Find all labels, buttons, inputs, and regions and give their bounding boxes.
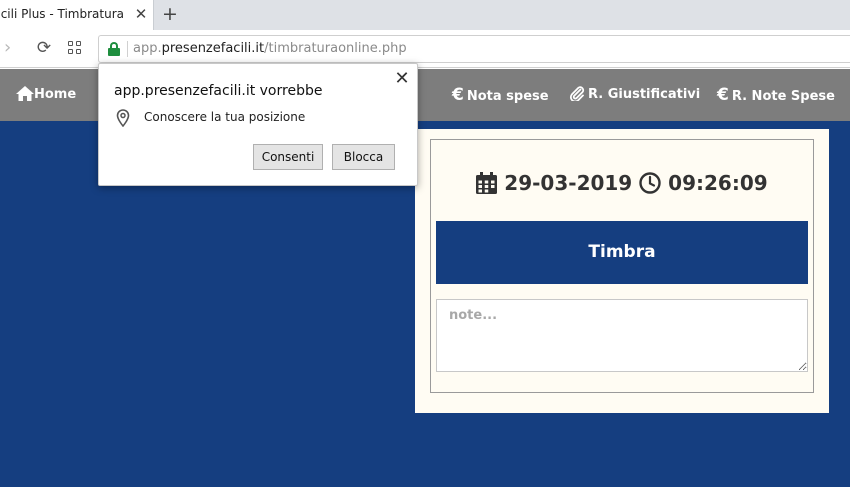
popup-title: app.presenzefacili.it vorrebbe xyxy=(114,83,323,99)
nav-nota-spese-label: Nota spese xyxy=(466,89,549,104)
geolocation-permission-popup: ✕ app.presenzefacili.it vorrebbe Conosce… xyxy=(98,63,418,186)
browser-tab[interactable]: Presenze Facili Plus - Timbratura ✕ xyxy=(0,0,154,30)
paperclip-icon xyxy=(569,86,585,103)
nav-giustificativi[interactable]: R. Giustificativi xyxy=(569,69,700,121)
address-bar[interactable]: app.presenzefacili.it/timbraturaonline.p… xyxy=(98,35,850,63)
calendar-icon xyxy=(476,172,498,194)
timbra-button[interactable]: Timbra xyxy=(436,221,808,284)
browser-tab-strip: Presenze Facili Plus - Timbratura ✕ + xyxy=(0,0,850,30)
url-prefix: app. xyxy=(133,41,162,56)
note-textarea[interactable] xyxy=(436,299,808,372)
nav-nota-spese[interactable]: € Nota spese xyxy=(452,69,549,121)
forward-icon[interactable]: › xyxy=(4,38,20,58)
home-icon xyxy=(16,86,34,101)
allow-button[interactable]: Consenti xyxy=(253,144,323,170)
nav-home-label: Home xyxy=(34,87,77,102)
euro-icon: € xyxy=(717,85,729,105)
block-button[interactable]: Blocca xyxy=(332,144,395,170)
tab-title: Presenze Facili Plus - Timbratura xyxy=(0,7,124,21)
new-tab-icon[interactable]: + xyxy=(160,4,180,24)
popup-message: Conoscere la tua posizione xyxy=(144,110,306,124)
nav-home[interactable]: Home xyxy=(16,69,76,121)
url-domain: presenzefacili.it xyxy=(161,41,265,56)
euro-icon: € xyxy=(452,85,464,105)
url-text[interactable]: app.presenzefacili.it/timbraturaonline.p… xyxy=(133,41,407,57)
nav-giustificativi-label: R. Giustificativi xyxy=(588,87,701,102)
close-icon[interactable]: ✕ xyxy=(394,70,410,88)
secure-lock-icon[interactable] xyxy=(108,42,120,56)
clock-icon xyxy=(639,172,661,194)
reload-icon[interactable]: ⟳ xyxy=(35,38,53,58)
current-date: 29-03-2019 xyxy=(504,171,633,195)
current-time: 09:26:09 xyxy=(668,171,768,195)
location-pin-icon xyxy=(116,109,130,127)
nav-note-spese[interactable]: € R. Note Spese xyxy=(717,69,835,121)
url-path: /timbraturaonline.php xyxy=(264,41,407,56)
apps-grid-icon[interactable] xyxy=(68,41,82,55)
nav-note-spese-label: R. Note Spese xyxy=(731,89,835,104)
address-bar-separator xyxy=(127,41,128,57)
tab-close-icon[interactable]: ✕ xyxy=(133,6,149,22)
current-datetime: 29-03-2019 09:26:09 xyxy=(430,166,814,200)
